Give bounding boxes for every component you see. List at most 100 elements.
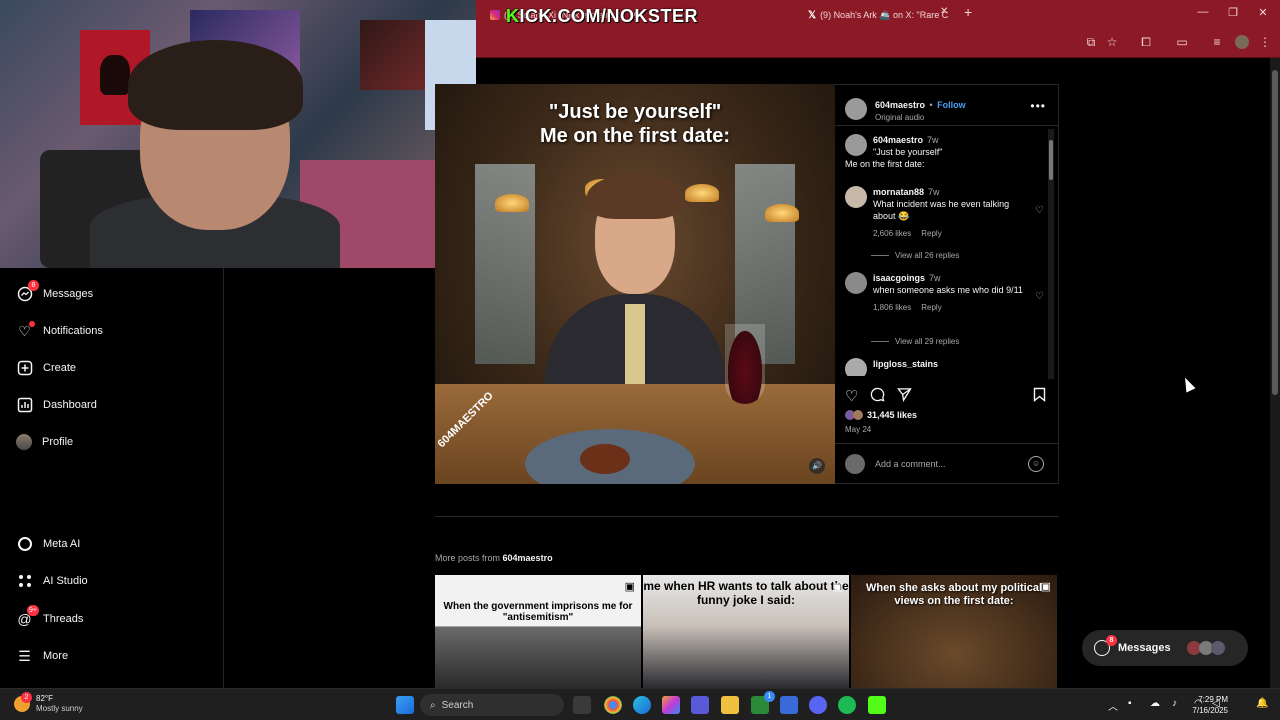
task-view-icon[interactable]: [573, 696, 591, 714]
weather-widget[interactable]: 2 82°F Mostly sunny: [14, 692, 83, 714]
browser-tab-2[interactable]: 𝕏 (9) Noah's Ark 🚢 on X: "Rare C: [808, 6, 958, 24]
messenger-icon: 8: [1094, 635, 1117, 656]
share-icon[interactable]: [897, 387, 913, 406]
copilot-icon[interactable]: [662, 696, 680, 714]
more-options-icon[interactable]: •••: [1030, 99, 1046, 113]
pendant-lamp: [495, 194, 529, 212]
sidebar-item-threads[interactable]: @9+ Threads: [16, 604, 83, 629]
chevron-up-icon[interactable]: ︿: [1108, 698, 1118, 713]
sidebar-item-more[interactable]: ☰ More: [16, 646, 68, 666]
post-panel: 604maestro • Follow Original audio ••• 6…: [835, 84, 1059, 484]
microphone-icon[interactable]: ♪: [1172, 698, 1177, 709]
kick-url-text: ICK.COM/NOKSTER: [519, 6, 698, 26]
close-window-button[interactable]: ✕: [1256, 6, 1270, 19]
tray-app-icon[interactable]: ▪: [1128, 698, 1132, 709]
restore-button[interactable]: ❐: [1226, 6, 1240, 19]
messages-pill-label: Messages: [1118, 642, 1171, 654]
more-post-thumbnail[interactable]: When she asks about my political views o…: [851, 575, 1057, 688]
sidebar-item-messages[interactable]: 8 Messages: [16, 279, 93, 304]
save-bookmark-icon[interactable]: [1033, 387, 1046, 405]
browser-menu-icon[interactable]: ⋮: [1258, 35, 1272, 49]
reply-button[interactable]: Reply: [921, 303, 941, 312]
like-comment-icon[interactable]: ♡: [1035, 205, 1044, 216]
sidebar-item-dashboard[interactable]: Dashboard: [16, 395, 97, 415]
weather-temp: 82°F: [36, 694, 53, 703]
author-avatar[interactable]: [845, 97, 867, 120]
more-post-thumbnail[interactable]: When the government imprisons me for "an…: [435, 575, 641, 688]
weather-badge: 2: [21, 692, 32, 703]
sidebar-item-label: Meta AI: [43, 538, 81, 550]
media-control-icon[interactable]: ≡: [1210, 35, 1224, 49]
view-replies-button[interactable]: View all 29 replies: [871, 337, 959, 346]
sidebar-item-ai-studio[interactable]: AI Studio: [16, 571, 88, 591]
like-comment-icon[interactable]: ♡: [1035, 291, 1044, 302]
more-posts-username[interactable]: 604maestro: [503, 553, 553, 563]
comment-time: 7w: [927, 135, 939, 145]
notification-bell-icon[interactable]: 🔔: [1256, 698, 1268, 709]
author-avatar[interactable]: [845, 134, 867, 156]
more-post-thumbnail[interactable]: me when HR wants to talk about the funny…: [643, 575, 849, 688]
audio-toggle-icon[interactable]: 🔊: [809, 458, 825, 474]
profile-avatar[interactable]: [1235, 35, 1249, 49]
messages-floating-button[interactable]: 8 Messages: [1082, 630, 1248, 666]
notification-dot: [29, 320, 35, 327]
comments-scrollbar-thumb[interactable]: [1049, 140, 1053, 180]
reply-button[interactable]: Reply: [921, 229, 941, 238]
minimize-button[interactable]: —: [1196, 6, 1210, 18]
teams-icon[interactable]: [691, 696, 709, 714]
page-scrollbar-thumb[interactable]: [1272, 70, 1278, 395]
commenter-avatar[interactable]: [845, 272, 867, 294]
xbox-icon[interactable]: 1: [751, 691, 775, 714]
more-posts-prefix: More posts from: [435, 553, 503, 563]
spotify-icon[interactable]: [838, 696, 856, 714]
comment-likes[interactable]: 2,606 likes: [873, 229, 911, 238]
kick-app-icon[interactable]: [868, 696, 886, 714]
store-icon[interactable]: [780, 696, 798, 714]
kick-logo-letter: K: [506, 6, 520, 26]
sidebar-item-label: Notifications: [43, 325, 103, 337]
windows-start-icon[interactable]: [396, 696, 414, 714]
post-date: May 24: [845, 425, 872, 434]
add-comment-placeholder[interactable]: Add a comment...: [875, 459, 946, 469]
new-tab-button[interactable]: +: [964, 4, 972, 20]
taskbar-clock[interactable]: 7:29 PM 7/16/2025: [1192, 694, 1228, 716]
edge-icon[interactable]: [633, 696, 651, 714]
emoji-icon[interactable]: ☺: [1028, 456, 1044, 472]
extensions-icon[interactable]: ⧠: [1139, 35, 1153, 49]
heart-icon: ♡: [16, 320, 35, 340]
author-username[interactable]: 604maestro: [875, 100, 925, 110]
onedrive-icon[interactable]: ☁: [1150, 698, 1160, 709]
commenter-avatar[interactable]: [845, 358, 867, 376]
comment-username[interactable]: lipgloss_stains: [873, 359, 938, 369]
sidebar-item-notifications[interactable]: ♡ Notifications: [16, 320, 103, 341]
messages-badge: 8: [1106, 635, 1117, 646]
file-explorer-icon[interactable]: [721, 696, 739, 714]
comment-text: What incident was he even talking about …: [873, 199, 1010, 221]
tab-close-icon[interactable]: ✕: [940, 6, 948, 17]
threads-badge: 9+: [27, 604, 39, 616]
bookmark-star-icon[interactable]: ☆: [1105, 35, 1119, 49]
view-replies-button[interactable]: View all 26 replies: [871, 251, 959, 260]
commenter-avatar[interactable]: [845, 186, 867, 208]
follow-button[interactable]: Follow: [937, 100, 966, 110]
sidebar-item-profile[interactable]: Profile: [16, 432, 73, 452]
add-comment-field[interactable]: Add a comment...: [845, 454, 946, 474]
chrome-icon[interactable]: [604, 696, 622, 714]
media-caption-overlay: "Just be yourself" Me on the first date:: [539, 101, 730, 147]
comment-username[interactable]: mornatan88: [873, 187, 924, 197]
taskbar-search[interactable]: ⌕ Search: [420, 694, 564, 716]
comment-username[interactable]: isaacgoings: [873, 273, 925, 283]
steak: [580, 444, 630, 474]
like-icon[interactable]: ♡: [845, 387, 858, 406]
comment-username[interactable]: 604maestro: [873, 135, 923, 145]
sidebar-item-create[interactable]: Create: [16, 358, 76, 378]
comment-likes[interactable]: 1,806 likes: [873, 303, 911, 312]
sidebar-item-meta-ai[interactable]: Meta AI: [16, 534, 80, 554]
discord-icon[interactable]: [809, 696, 827, 714]
install-app-icon[interactable]: ⧉: [1084, 35, 1098, 49]
comment-icon[interactable]: [870, 387, 885, 406]
audio-label[interactable]: Original audio: [875, 113, 966, 122]
post-media[interactable]: "Just be yourself" Me on the first date:…: [435, 84, 835, 484]
cast-icon[interactable]: ▭: [1175, 35, 1189, 49]
likes-count[interactable]: 31,445 likes: [845, 410, 917, 420]
